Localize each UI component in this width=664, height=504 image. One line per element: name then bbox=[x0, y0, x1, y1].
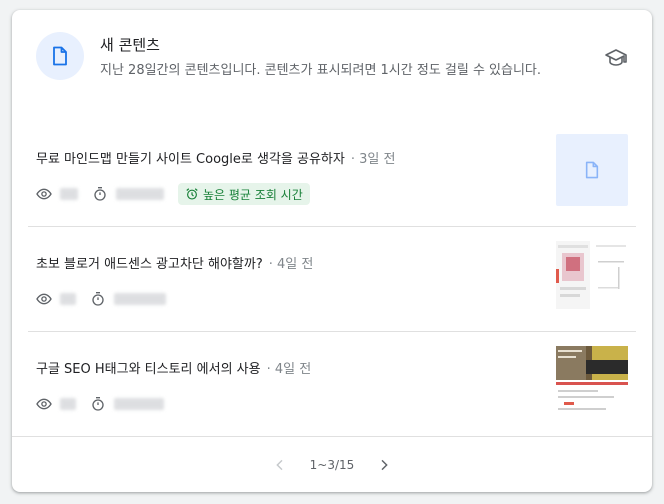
content-thumbnail bbox=[556, 344, 628, 416]
duration-value-redacted bbox=[114, 398, 164, 410]
content-title[interactable]: 초보 블로거 애드센스 광고차단 해야할까? bbox=[36, 257, 263, 272]
views-value-redacted bbox=[60, 293, 76, 305]
alarm-icon bbox=[186, 188, 198, 200]
pagination-label: 1~3/15 bbox=[309, 458, 355, 472]
content-metrics: 높은 평균 조회 시간 bbox=[36, 182, 310, 206]
timer-icon bbox=[92, 397, 104, 411]
eye-icon bbox=[36, 188, 52, 200]
timer-icon bbox=[92, 292, 104, 306]
content-thumbnail bbox=[556, 134, 628, 206]
content-metrics bbox=[36, 287, 166, 311]
new-content-card: 새 콘텐츠 지난 28일간의 콘텐츠입니다. 콘텐츠가 표시되려면 1시간 정도… bbox=[12, 10, 652, 492]
content-list-item[interactable]: 초보 블로거 애드센스 광고차단 해야할까? · 4일 전 bbox=[28, 227, 636, 332]
chevron-right-icon bbox=[381, 459, 389, 471]
next-page-button[interactable] bbox=[372, 453, 396, 477]
header-icon-circle bbox=[36, 32, 84, 80]
content-metrics bbox=[36, 392, 164, 416]
eye-icon bbox=[36, 398, 52, 410]
content-date: · 4일 전 bbox=[268, 257, 314, 272]
header-title: 새 콘텐츠 bbox=[100, 36, 160, 54]
badge-label: 높은 평균 조회 시간 bbox=[203, 187, 303, 202]
header-description: 지난 28일간의 콘텐츠입니다. 콘텐츠가 표시되려면 1시간 정도 걸릴 수 … bbox=[100, 63, 542, 78]
eye-icon bbox=[36, 293, 52, 305]
duration-value-redacted bbox=[116, 188, 164, 200]
high-view-time-badge: 높은 평균 조회 시간 bbox=[178, 183, 310, 205]
document-icon bbox=[585, 161, 599, 179]
document-icon bbox=[53, 46, 67, 66]
content-list-item[interactable]: 무료 마인드맵 만들기 사이트 Coogle로 생각을 공유하자 · 3일 전 높… bbox=[28, 122, 636, 227]
content-title[interactable]: 구글 SEO H태그와 티스토리 에서의 사용 bbox=[36, 362, 261, 377]
chevron-left-icon bbox=[275, 459, 283, 471]
content-list-item[interactable]: 구글 SEO H태그와 티스토리 에서의 사용 · 4일 전 bbox=[28, 332, 636, 436]
timer-icon bbox=[94, 187, 106, 201]
content-thumbnail bbox=[556, 239, 628, 311]
pagination: 1~3/15 bbox=[12, 436, 652, 493]
content-date: · 4일 전 bbox=[266, 362, 312, 377]
views-value-redacted bbox=[60, 398, 76, 410]
content-title[interactable]: 무료 마인드맵 만들기 사이트 Coogle로 생각을 공유하자 bbox=[36, 152, 345, 167]
duration-value-redacted bbox=[114, 293, 166, 305]
previous-page-button[interactable] bbox=[268, 453, 292, 477]
thumbnail-image bbox=[556, 239, 628, 311]
thumbnail-image bbox=[556, 344, 628, 416]
content-date: · 3일 전 bbox=[350, 152, 396, 167]
views-value-redacted bbox=[60, 188, 78, 200]
school-icon[interactable] bbox=[604, 46, 628, 70]
